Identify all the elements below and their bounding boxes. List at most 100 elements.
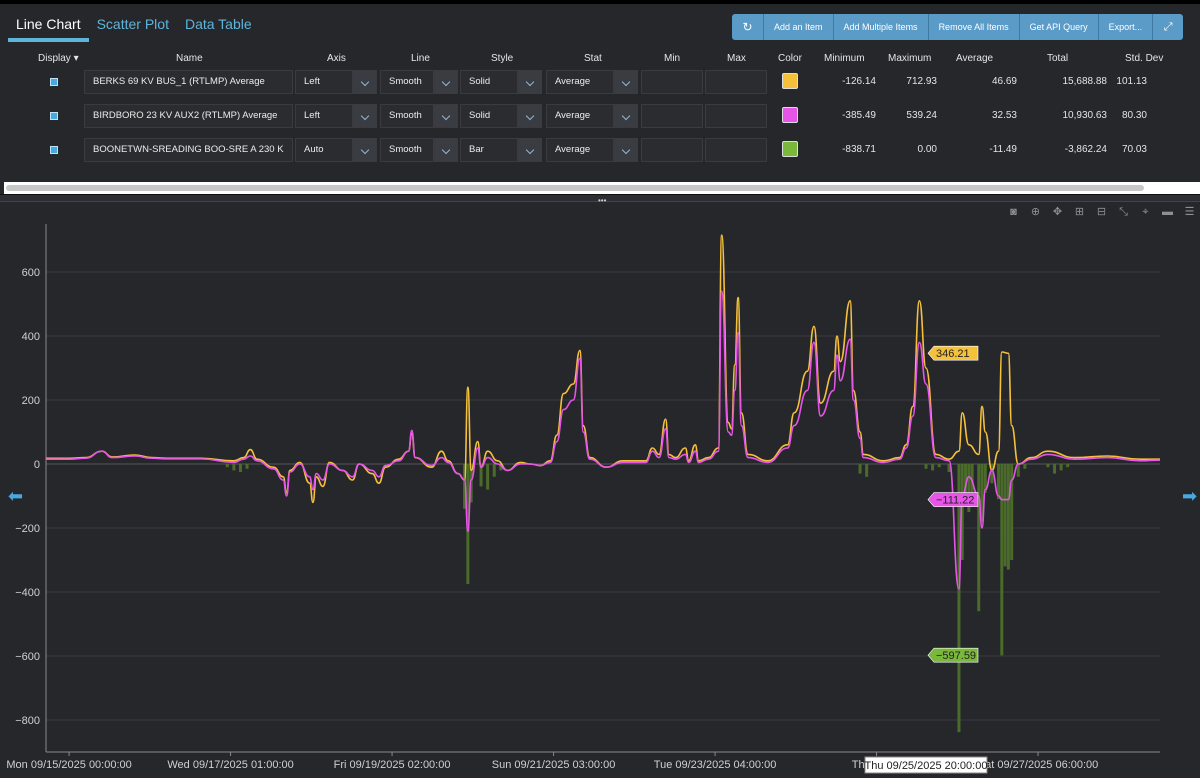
style-select[interactable]: Bar [460, 138, 518, 162]
name-field[interactable]: BERKS 69 KV BUS_1 (RTLMP) Average [84, 70, 293, 94]
stat-select[interactable]: Average [546, 138, 614, 162]
color-swatch[interactable] [782, 107, 798, 123]
std-dev-value: 101.13 [1116, 76, 1147, 87]
add-item-button[interactable]: Add an Item [764, 14, 834, 40]
header-maximum: Maximum [888, 53, 932, 64]
bar [1046, 464, 1050, 468]
x-tick-label: Wed 09/17/2025 01:00:00 [167, 759, 293, 771]
add-multiple-items-button[interactable]: Add Multiple Items [833, 14, 929, 40]
y-tick-label: 200 [22, 395, 40, 407]
chevron-down-icon[interactable] [434, 70, 458, 94]
min-input[interactable] [641, 70, 703, 94]
axis-select[interactable]: Auto [295, 138, 353, 162]
table-row: BERKS 69 KV BUS_1 (RTLMP) Average Left S… [0, 70, 1200, 96]
header-minimum: Minimum [824, 53, 865, 64]
table-row: BOONETWN-SREADING BOO-SRE A 230 K Auto S… [0, 138, 1200, 164]
tab-data-table[interactable]: Data Table [177, 12, 260, 42]
min-input[interactable] [641, 104, 703, 128]
maximum-value: 0.00 [917, 144, 937, 155]
header-std-dev: Std. Dev [1125, 53, 1164, 64]
refresh-button[interactable]: ↻ [732, 14, 764, 40]
table-horizontal-scrollbar[interactable] [4, 182, 1200, 194]
chevron-down-icon[interactable] [614, 138, 638, 162]
max-input[interactable] [705, 104, 767, 128]
header-line: Line [411, 53, 430, 64]
average-value: 46.69 [991, 76, 1017, 87]
y-tick-label: 400 [22, 331, 40, 343]
header-display[interactable]: Display ▾ [38, 53, 79, 64]
scrollbar-thumb[interactable] [6, 185, 1144, 191]
max-input[interactable] [705, 70, 767, 94]
chevron-down-icon[interactable] [353, 104, 377, 128]
x-hover-label-text: Thu 09/25/2025 20:00:00 [865, 760, 988, 772]
stat-select[interactable]: Average [546, 104, 614, 128]
expand-icon[interactable]: ⤢ [1153, 14, 1184, 40]
maximum-value: 539.24 [906, 110, 937, 121]
hover-label-text: 346.21 [936, 348, 970, 360]
minimum-value: -385.49 [842, 110, 876, 121]
header-average: Average [956, 53, 994, 64]
line-select[interactable]: Smooth [380, 138, 434, 162]
header-color: Color [778, 53, 802, 64]
style-select[interactable]: Solid [460, 70, 518, 94]
line-select[interactable]: Smooth [380, 104, 434, 128]
header-style: Style [491, 53, 514, 64]
y-tick-label: −400 [15, 587, 40, 599]
total-value: 10,930.63 [1062, 110, 1108, 121]
name-field[interactable]: BIRDBORO 23 KV AUX2 (RTLMP) Average [84, 104, 293, 128]
line-select[interactable]: Smooth [380, 70, 434, 94]
header-name: Name [176, 53, 203, 64]
header-min: Min [664, 53, 681, 64]
display-checkbox[interactable] [50, 112, 58, 120]
bar [232, 464, 236, 471]
bar [1066, 464, 1070, 468]
axis-select[interactable]: Left [295, 104, 353, 128]
total-value: -3,862.24 [1064, 144, 1107, 155]
bar [1059, 464, 1063, 471]
remove-all-items-button[interactable]: Remove All Items [928, 14, 1020, 40]
max-input[interactable] [705, 138, 767, 162]
chevron-down-icon[interactable] [518, 138, 542, 162]
bar [238, 464, 242, 472]
tab-scatter-plot[interactable]: Scatter Plot [89, 12, 177, 42]
chevron-down-icon[interactable] [518, 70, 542, 94]
chevron-down-icon[interactable] [353, 70, 377, 94]
x-tick-label: Mon 09/15/2025 00:00:00 [6, 759, 131, 771]
chevron-down-icon[interactable] [518, 104, 542, 128]
bar [977, 464, 981, 612]
get-api-query-button[interactable]: Get API Query [1019, 14, 1099, 40]
bar [486, 464, 490, 490]
tab-line-chart[interactable]: Line Chart [8, 12, 89, 42]
display-checkbox[interactable] [50, 146, 58, 154]
bar [1053, 464, 1057, 474]
stat-select[interactable]: Average [546, 70, 614, 94]
name-field[interactable]: BOONETWN-SREADING BOO-SRE A 230 K [84, 138, 293, 162]
chevron-down-icon[interactable] [434, 104, 458, 128]
y-tick-label: 600 [22, 267, 40, 279]
bar [1000, 464, 1004, 656]
min-input[interactable] [641, 138, 703, 162]
line-chart[interactable]: −800 −600 −400 −200 0 200 400 600 Mon 09/15/2025… [0, 204, 1200, 778]
bar [225, 464, 229, 468]
hover-label-text: −597.59 [936, 650, 976, 662]
chevron-down-icon[interactable] [434, 138, 458, 162]
style-select[interactable]: Solid [460, 104, 518, 128]
display-checkbox[interactable] [50, 78, 58, 86]
axis-select[interactable]: Left [295, 70, 353, 94]
color-swatch[interactable] [782, 73, 798, 89]
bar [865, 464, 869, 477]
chevron-down-icon[interactable] [353, 138, 377, 162]
export-button[interactable]: Export... [1098, 14, 1154, 40]
header-total: Total [1047, 53, 1069, 64]
x-tick-label: Sun 09/21/2025 03:00:00 [492, 759, 616, 771]
header-stat: Stat [584, 53, 602, 64]
chevron-down-icon[interactable] [614, 70, 638, 94]
maximum-value: 712.93 [906, 76, 937, 87]
minimum-value: -838.71 [842, 144, 876, 155]
chevron-down-icon[interactable] [614, 104, 638, 128]
std-dev-value: 80.30 [1121, 110, 1147, 121]
color-swatch[interactable] [782, 141, 798, 157]
panel-splitter[interactable]: ••• [0, 194, 1200, 205]
minimum-value: -126.14 [842, 76, 876, 87]
table-row: BIRDBORO 23 KV AUX2 (RTLMP) Average Left… [0, 104, 1200, 130]
